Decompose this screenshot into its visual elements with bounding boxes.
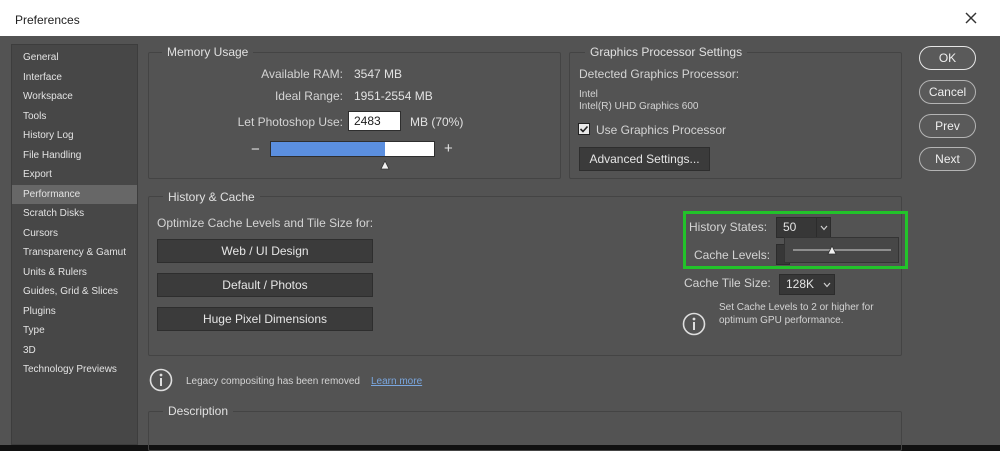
history-cache-title: History & Cache bbox=[163, 190, 260, 204]
use-gpu-checkbox[interactable] bbox=[578, 123, 590, 135]
info-icon bbox=[682, 312, 706, 336]
learn-more-link[interactable]: Learn more bbox=[371, 376, 422, 387]
sidebar-item-scratch-disks[interactable]: Scratch Disks bbox=[12, 204, 137, 223]
available-ram-label: Available RAM: bbox=[261, 67, 343, 81]
sidebar-item-type[interactable]: Type bbox=[12, 321, 137, 340]
sidebar-item-technology-previews[interactable]: Technology Previews bbox=[12, 360, 137, 379]
sidebar-item-interface[interactable]: Interface bbox=[12, 68, 137, 87]
ram-usage-fill bbox=[271, 142, 386, 156]
huge-pixel-dimensions-button[interactable]: Huge Pixel Dimensions bbox=[157, 307, 373, 331]
cancel-button[interactable]: Cancel bbox=[919, 80, 976, 104]
sidebar-item-tools[interactable]: Tools bbox=[12, 107, 137, 126]
description-title: Description bbox=[163, 404, 234, 418]
gpu-model: Intel(R) UHD Graphics 600 bbox=[579, 101, 699, 112]
sidebar-item-general[interactable]: General bbox=[12, 48, 137, 67]
ram-usage-bar[interactable] bbox=[270, 141, 435, 157]
sidebar-item-workspace[interactable]: Workspace bbox=[12, 87, 137, 106]
ideal-range-label: Ideal Range: bbox=[274, 89, 343, 103]
title-bar: Preferences bbox=[0, 0, 1000, 36]
window-title: Preferences bbox=[15, 13, 80, 27]
let-photoshop-use-label: Let Photoshop Use: bbox=[237, 115, 343, 129]
ram-increase-button[interactable]: + bbox=[444, 140, 453, 157]
sidebar-item-3d[interactable]: 3D bbox=[12, 341, 137, 360]
memory-usage-title: Memory Usage bbox=[162, 45, 254, 59]
ram-percent-label: MB (70%) bbox=[410, 115, 464, 129]
ram-slider-thumb[interactable] bbox=[380, 160, 390, 170]
sidebar-item-units-rulers[interactable]: Units & Rulers bbox=[12, 263, 137, 282]
default-photos-button[interactable]: Default / Photos bbox=[157, 273, 373, 297]
sidebar-item-history-log[interactable]: History Log bbox=[12, 126, 137, 145]
detected-gpu-label: Detected Graphics Processor: bbox=[579, 67, 740, 81]
graphics-processor-title: Graphics Processor Settings bbox=[585, 45, 748, 59]
description-group bbox=[148, 411, 902, 451]
cache-tile-size-select[interactable]: 128K bbox=[779, 274, 835, 295]
ram-amount-input[interactable] bbox=[348, 111, 401, 131]
cache-tile-size-value: 128K bbox=[786, 277, 815, 291]
sidebar-item-performance[interactable]: Performance bbox=[12, 184, 137, 204]
close-icon[interactable] bbox=[963, 10, 979, 26]
preferences-window: Preferences General Interface Workspace Too… bbox=[0, 0, 1000, 451]
info-icon bbox=[149, 368, 173, 392]
preferences-sidebar: General Interface Workspace Tools History Lo… bbox=[11, 44, 138, 445]
highlight-box bbox=[683, 211, 908, 269]
legacy-compositing-text: Legacy compositing has been removed bbox=[186, 376, 360, 387]
sidebar-item-guides-grid-slices[interactable]: Guides, Grid & Slices bbox=[12, 282, 137, 301]
web-ui-design-button[interactable]: Web / UI Design bbox=[157, 239, 373, 263]
ok-button[interactable]: OK bbox=[919, 46, 976, 70]
ideal-range-value: 1951-2554 MB bbox=[354, 89, 433, 103]
chevron-down-icon bbox=[823, 282, 831, 287]
sidebar-item-plugins[interactable]: Plugins bbox=[12, 302, 137, 321]
ram-decrease-button[interactable]: − bbox=[251, 141, 260, 158]
sidebar-item-cursors[interactable]: Cursors bbox=[12, 224, 137, 243]
optimize-cache-label: Optimize Cache Levels and Tile Size for: bbox=[157, 216, 374, 230]
advanced-settings-button[interactable]: Advanced Settings... bbox=[579, 147, 710, 171]
next-button[interactable]: Next bbox=[919, 147, 976, 171]
sidebar-item-export[interactable]: Export bbox=[12, 165, 137, 184]
prev-button[interactable]: Prev bbox=[919, 114, 976, 138]
available-ram-value: 3547 MB bbox=[354, 67, 403, 81]
gpu-vendor: Intel bbox=[579, 89, 598, 100]
gpu-cache-note: Set Cache Levels to 2 or higher for opti… bbox=[719, 302, 874, 326]
sidebar-item-transparency-gamut[interactable]: Transparency & Gamut bbox=[12, 243, 137, 262]
use-gpu-label: Use Graphics Processor bbox=[596, 123, 727, 137]
sidebar-item-file-handling[interactable]: File Handling bbox=[12, 146, 137, 165]
cache-tile-size-label: Cache Tile Size: bbox=[684, 276, 771, 290]
cache-tile-size-dropdown[interactable] bbox=[820, 275, 834, 294]
